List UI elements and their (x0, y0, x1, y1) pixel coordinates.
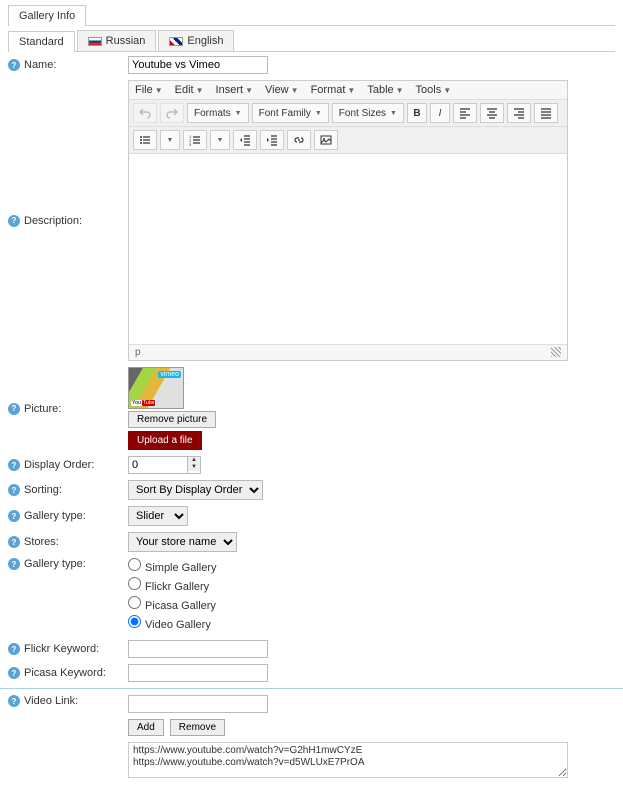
numlist-icon[interactable]: 123 (183, 130, 207, 150)
help-icon[interactable]: ? (8, 667, 20, 679)
add-button[interactable]: Add (128, 719, 164, 736)
bulletlist-icon[interactable] (133, 130, 157, 150)
list-item[interactable]: https://www.youtube.com/watch?v=d5WLUxE7… (133, 757, 563, 769)
label-flickr-keyword: Flickr Keyword: (24, 643, 99, 655)
label-picasa-keyword: Picasa Keyword: (24, 667, 106, 679)
editor-toolbar-1: Formats▼ Font Family▼ Font Sizes▼ B I (129, 100, 567, 127)
editor-path: p (135, 347, 141, 358)
bulletlist-caret[interactable]: ▼ (160, 130, 180, 150)
help-icon[interactable]: ? (8, 643, 20, 655)
picture-thumbnail: vimeo YouTube (128, 367, 184, 409)
gallery-type-radios: Simple Gallery Flickr Gallery Picasa Gal… (128, 558, 615, 634)
main-tabs: Gallery Info (8, 4, 615, 26)
menu-insert[interactable]: Insert▼ (216, 84, 253, 96)
radio-video[interactable]: Video Gallery (128, 615, 615, 631)
radio-flickr[interactable]: Flickr Gallery (128, 577, 615, 593)
image-icon[interactable] (314, 130, 338, 150)
help-icon[interactable]: ? (8, 215, 20, 227)
rich-editor: File▼ Edit▼ Insert▼ View▼ Format▼ Table▼… (128, 80, 568, 361)
name-input[interactable] (128, 56, 268, 74)
redo-icon[interactable] (160, 103, 184, 123)
help-icon[interactable]: ? (8, 536, 20, 548)
help-icon[interactable]: ? (8, 695, 20, 707)
undo-icon[interactable] (133, 103, 157, 123)
align-left-icon[interactable] (453, 103, 477, 123)
flag-ru-icon (88, 37, 102, 46)
video-links-list[interactable]: https://www.youtube.com/watch?v=G2hH1mwC… (128, 742, 568, 778)
menu-view[interactable]: View▼ (265, 84, 299, 96)
remove-button[interactable]: Remove (170, 719, 225, 736)
label-description: Description: (24, 215, 82, 227)
editor-statusbar: p (129, 344, 567, 360)
display-order-input[interactable] (128, 456, 188, 474)
label-gallery-type: Gallery type: (24, 510, 86, 522)
lang-tabs: Standard Russian English (8, 30, 615, 52)
italic-button[interactable]: I (430, 103, 450, 123)
editor-toolbar-2: ▼ 123 ▼ (129, 127, 567, 154)
label-picture: Picture: (24, 403, 61, 415)
vimeo-badge-icon: vimeo (158, 371, 181, 378)
label-display-order: Display Order: (24, 459, 94, 471)
gallery-type-select[interactable]: Slider (128, 506, 188, 526)
stores-select[interactable]: Your store name (128, 532, 237, 552)
label-sorting: Sorting: (24, 484, 62, 496)
menu-file[interactable]: File▼ (135, 84, 163, 96)
flickr-keyword-input[interactable] (128, 640, 268, 658)
tab-gallery-info[interactable]: Gallery Info (8, 5, 86, 26)
tab-label: Gallery Info (19, 10, 75, 22)
upload-file-button[interactable]: Upload a file (128, 431, 202, 450)
list-item[interactable]: https://www.youtube.com/watch?v=G2hH1mwC… (133, 745, 563, 757)
bold-button[interactable]: B (407, 103, 427, 123)
indent-icon[interactable] (260, 130, 284, 150)
tab-english[interactable]: English (158, 30, 234, 51)
section-divider (0, 688, 623, 689)
tab-russian[interactable]: Russian (77, 30, 157, 51)
numlist-caret[interactable]: ▼ (210, 130, 230, 150)
flag-en-icon (169, 37, 183, 46)
menu-table[interactable]: Table▼ (367, 84, 403, 96)
spin-up-icon[interactable]: ▲ (188, 457, 200, 464)
youtube-badge-icon: YouTube (131, 400, 156, 406)
remove-picture-button[interactable]: Remove picture (128, 411, 216, 428)
help-icon[interactable]: ? (8, 403, 20, 415)
formats-dropdown[interactable]: Formats▼ (187, 103, 249, 123)
outdent-icon[interactable] (233, 130, 257, 150)
help-icon[interactable]: ? (8, 484, 20, 496)
sorting-select[interactable]: Sort By Display Order (128, 480, 263, 500)
help-icon[interactable]: ? (8, 558, 20, 570)
radio-simple[interactable]: Simple Gallery (128, 558, 615, 574)
picasa-keyword-input[interactable] (128, 664, 268, 682)
resize-grip-icon[interactable] (551, 347, 561, 357)
align-justify-icon[interactable] (534, 103, 558, 123)
tab-standard[interactable]: Standard (8, 31, 75, 52)
video-link-input[interactable] (128, 695, 268, 713)
link-icon[interactable] (287, 130, 311, 150)
spin-down-icon[interactable]: ▼ (188, 464, 200, 471)
label-name: Name: (24, 59, 56, 71)
help-icon[interactable]: ? (8, 510, 20, 522)
svg-text:3: 3 (189, 142, 192, 146)
editor-menubar: File▼ Edit▼ Insert▼ View▼ Format▼ Table▼… (129, 81, 567, 100)
align-center-icon[interactable] (480, 103, 504, 123)
fontsize-dropdown[interactable]: Font Sizes▼ (332, 103, 404, 123)
fontfamily-dropdown[interactable]: Font Family▼ (252, 103, 329, 123)
radio-picasa[interactable]: Picasa Gallery (128, 596, 615, 612)
editor-content[interactable] (129, 154, 567, 344)
label-video-link: Video Link: (24, 695, 78, 707)
align-right-icon[interactable] (507, 103, 531, 123)
menu-format[interactable]: Format▼ (311, 84, 356, 96)
help-icon[interactable]: ? (8, 459, 20, 471)
menu-edit[interactable]: Edit▼ (175, 84, 204, 96)
help-icon[interactable]: ? (8, 59, 20, 71)
label-gallery-type2: Gallery type: (24, 558, 86, 570)
label-stores: Stores: (24, 536, 59, 548)
menu-tools[interactable]: Tools▼ (416, 84, 452, 96)
